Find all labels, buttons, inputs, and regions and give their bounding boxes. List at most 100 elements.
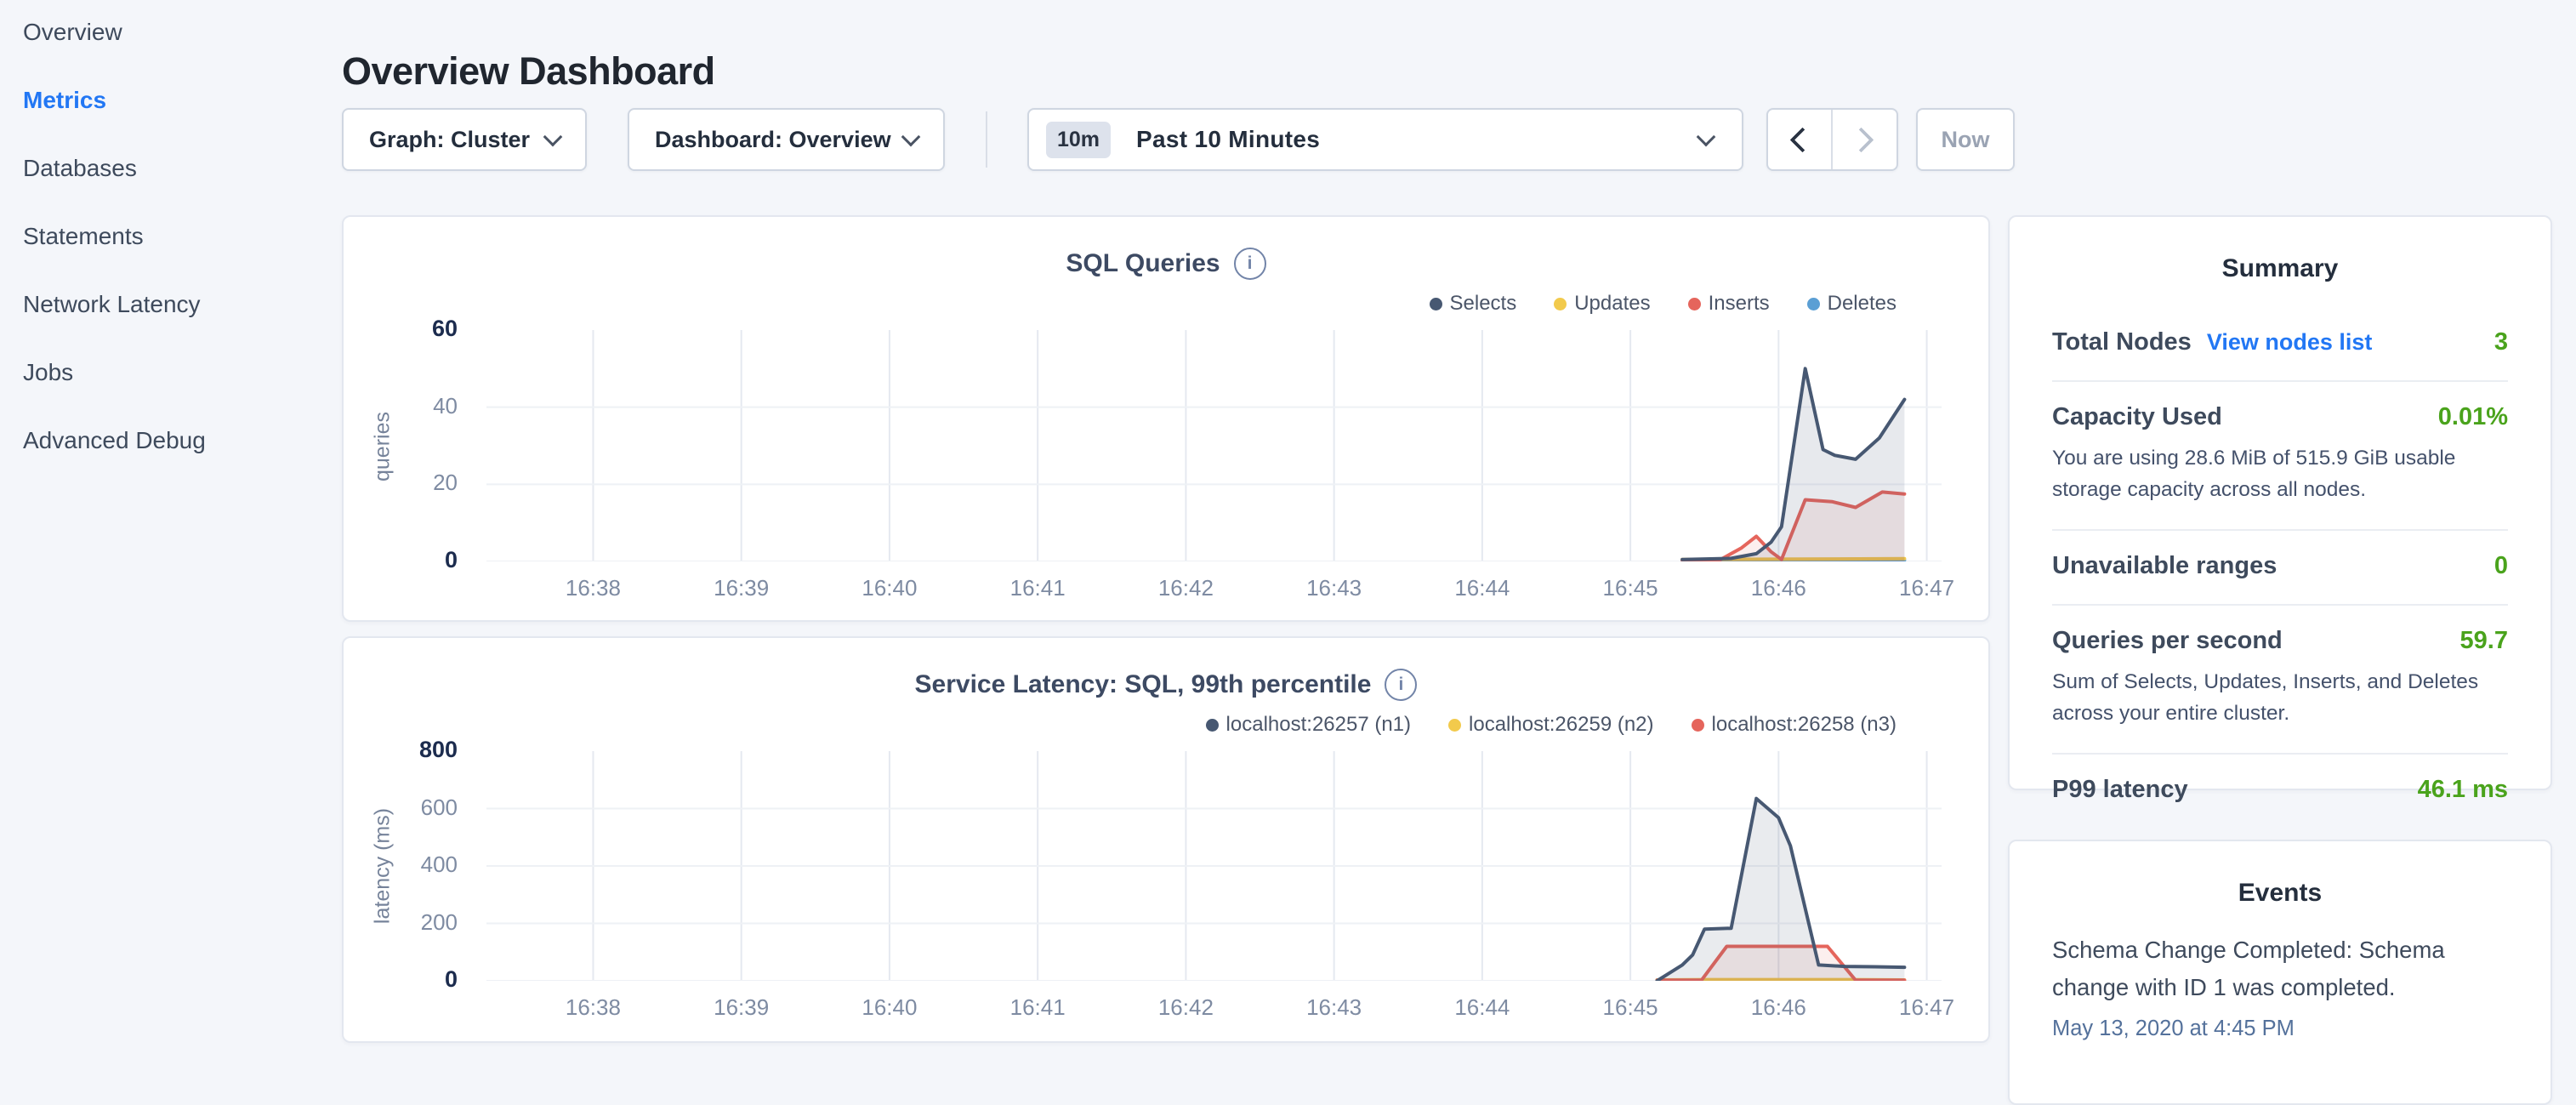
chevron-down-icon (1697, 127, 1716, 146)
time-pager (1766, 108, 1898, 171)
sidebar-item-metrics[interactable]: Metrics (23, 87, 106, 114)
summary-title: Summary (2052, 254, 2508, 283)
summary-panel: Summary Total Nodes View nodes list 3 Ca… (2008, 215, 2552, 790)
legend-item[interactable]: Updates (1554, 292, 1650, 316)
info-icon[interactable]: i (1234, 248, 1266, 280)
time-prev-button[interactable] (1768, 110, 1833, 169)
controls-divider (986, 111, 987, 168)
x-tick-label: 16:38 (542, 994, 644, 1021)
legend-label: Deletes (1828, 292, 1896, 316)
info-icon[interactable]: i (1385, 669, 1417, 701)
chart-legend: Selects Updates Inserts Deletes (1430, 292, 1897, 316)
sql-queries-plot[interactable] (486, 330, 1942, 561)
y-tick-label: 0 (352, 966, 458, 993)
chevron-right-icon (1848, 127, 1874, 152)
sidebar-item-statements[interactable]: Statements (23, 223, 144, 250)
chevron-left-icon (1790, 127, 1816, 152)
y-tick-label: 600 (352, 795, 458, 821)
x-tick-label: 16:46 (1727, 575, 1829, 601)
x-tick-label: 16:47 (1876, 575, 1978, 601)
sidebar-item-databases[interactable]: Databases (23, 155, 137, 182)
legend-item[interactable]: localhost:26258 (n3) (1692, 713, 1896, 737)
sidebar-item-network-latency[interactable]: Network Latency (23, 291, 201, 318)
legend-dot-icon (1692, 719, 1704, 732)
summary-row-label: P99 latency (2052, 776, 2188, 804)
summary-row-queries-per-second: Queries per second 59.7 Sum of Selects, … (2052, 606, 2508, 755)
summary-row-total-nodes: Total Nodes View nodes list 3 (2052, 307, 2508, 382)
graph-selector-dropdown[interactable]: Graph: Cluster (342, 108, 587, 171)
legend-item[interactable]: localhost:26257 (n1) (1206, 713, 1411, 737)
x-tick-label: 16:40 (839, 575, 941, 601)
chart-title: Service Latency: SQL, 99th percentile (915, 670, 1372, 699)
summary-row-p99-latency: P99 latency 46.1 ms (2052, 755, 2508, 828)
y-tick-label: 400 (352, 852, 458, 878)
summary-row-value: 0.01% (2438, 403, 2508, 431)
chart-canvas (486, 751, 1942, 981)
summary-row-value: 0 (2494, 552, 2508, 580)
overview-dashboard-page: { "sidebar": { "items": [ {"label": "Ove… (0, 0, 2576, 1051)
x-tick-label: 16:45 (1579, 575, 1681, 601)
legend-item[interactable]: Selects (1430, 292, 1517, 316)
x-tick-label: 16:42 (1134, 994, 1237, 1021)
legend-label: localhost:26259 (n2) (1469, 713, 1653, 737)
legend-label: Inserts (1709, 292, 1770, 316)
sidebar-item-advanced-debug[interactable]: Advanced Debug (23, 427, 206, 454)
page-title: Overview Dashboard (342, 49, 715, 94)
events-panel: Events Schema Change Completed: Schema c… (2008, 840, 2552, 1105)
legend-dot-icon (1430, 298, 1442, 310)
time-next-button[interactable] (1833, 110, 1897, 169)
legend-label: Selects (1450, 292, 1517, 316)
events-title: Events (2052, 879, 2508, 908)
chart-canvas (486, 330, 1942, 561)
summary-row-value: 46.1 ms (2418, 776, 2508, 804)
y-tick-label: 0 (352, 547, 458, 573)
legend-dot-icon (1448, 719, 1461, 732)
sql-queries-chart-card: SQL Queries i Selects Updates Inserts Delet… (342, 215, 1990, 622)
x-tick-label: 16:46 (1727, 994, 1829, 1021)
legend-item[interactable]: Deletes (1807, 292, 1896, 316)
summary-row-capacity-used: Capacity Used 0.01% You are using 28.6 M… (2052, 382, 2508, 531)
dashboard-selector-label: Dashboard: Overview (655, 127, 891, 153)
x-tick-label: 16:39 (691, 994, 793, 1021)
service-latency-plot[interactable] (486, 751, 1942, 981)
view-nodes-list-link[interactable]: View nodes list (2207, 329, 2373, 356)
x-tick-label: 16:38 (542, 575, 644, 601)
summary-row-caption: Sum of Selects, Updates, Inserts, and De… (2052, 666, 2508, 729)
legend-label: Updates (1574, 292, 1650, 316)
legend-dot-icon (1554, 298, 1567, 310)
legend-item[interactable]: Inserts (1688, 292, 1770, 316)
sidebar-item-jobs[interactable]: Jobs (23, 359, 73, 386)
legend-dot-icon (1688, 298, 1701, 310)
legend-item[interactable]: localhost:26259 (n2) (1448, 713, 1653, 737)
chart-title: SQL Queries (1066, 249, 1220, 278)
chevron-down-icon (901, 127, 921, 146)
time-range-dropdown[interactable]: 10m Past 10 Minutes (1027, 108, 1743, 171)
x-tick-label: 16:47 (1876, 994, 1978, 1021)
summary-row-label: Capacity Used (2052, 403, 2222, 431)
summary-row-value: 59.7 (2460, 627, 2508, 655)
legend-dot-icon (1206, 719, 1219, 732)
summary-row-unavailable-ranges: Unavailable ranges 0 (2052, 531, 2508, 606)
x-tick-label: 16:45 (1579, 994, 1681, 1021)
dashboard-selector-dropdown[interactable]: Dashboard: Overview (628, 108, 945, 171)
event-list-item[interactable]: Schema Change Completed: Schema change w… (2052, 931, 2508, 1041)
chart-title-row: Service Latency: SQL, 99th percentile i (344, 669, 1988, 701)
graph-selector-label: Graph: Cluster (369, 127, 530, 153)
legend-label: localhost:26257 (n1) (1226, 713, 1411, 737)
x-tick-label: 16:41 (987, 994, 1089, 1021)
summary-row-caption: You are using 28.6 MiB of 515.9 GiB usab… (2052, 442, 2508, 505)
sidebar-item-overview[interactable]: Overview (23, 19, 122, 46)
chart-legend: localhost:26257 (n1) localhost:26259 (n2)… (1206, 713, 1896, 737)
x-tick-label: 16:44 (1431, 575, 1533, 601)
y-tick-label: 200 (352, 909, 458, 936)
x-tick-label: 16:42 (1134, 575, 1237, 601)
chevron-down-icon (543, 127, 563, 146)
y-tick-label: 20 (352, 470, 458, 496)
event-message: Schema Change Completed: Schema change w… (2052, 931, 2508, 1006)
x-tick-label: 16:40 (839, 994, 941, 1021)
service-latency-chart-card: Service Latency: SQL, 99th percentile i … (342, 636, 1990, 1043)
x-tick-label: 16:43 (1283, 994, 1385, 1021)
y-tick-label: 60 (352, 316, 458, 342)
y-tick-label: 800 (352, 737, 458, 763)
now-button[interactable]: Now (1916, 108, 2015, 171)
